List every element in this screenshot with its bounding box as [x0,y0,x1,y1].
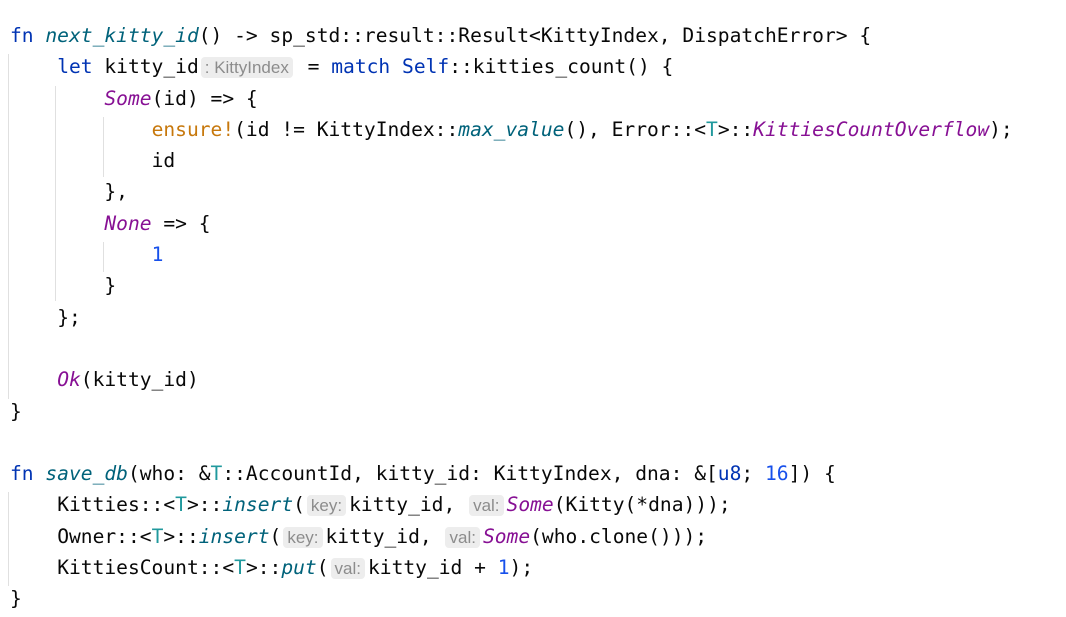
code-token: } [10,587,22,611]
code-line[interactable]: fn save_db(who: &T::AccountId, kitty_id:… [10,458,1013,489]
inlay-hint: val: [445,526,480,548]
inlay-hint: val: [469,495,504,517]
code-token: = [295,55,332,79]
code-line[interactable]: }, [10,176,1013,207]
code-line[interactable]: 1 [10,239,1013,270]
code-token: => { [151,211,211,235]
indent-guide [8,54,9,399]
code-line[interactable]: KittiesCount::<T>::put(val: kitty_id + 1)… [10,552,1013,583]
code-line[interactable]: Some(id) => { [10,83,1013,114]
code-token: put [281,556,317,580]
code-token: ( [293,493,305,517]
code-token: kitty_id, [349,493,468,517]
code-line[interactable]: None => { [10,208,1013,239]
code-token: T [706,117,718,141]
indent-guide [8,492,9,586]
code-token: >:: [163,524,199,548]
code-token: ::kitties_count() { [449,55,674,79]
code-token: Some [506,493,554,517]
code-token: id [151,149,176,173]
code-token: ( [316,556,329,580]
code-token: () -> sp_std::result::Result<KittyIndex,… [198,24,872,47]
code-token: (Kitty(*dna))); [553,493,731,517]
code-token: ( [269,524,282,548]
code-token: max_value [458,117,565,141]
code-line[interactable]: } [10,583,1013,614]
code-token: (who: & [127,462,211,486]
code-line[interactable]: } [10,396,1013,427]
code-token: (who.clone())); [530,524,708,548]
code-token: kitty_id + [367,556,498,580]
code-token: 1 [151,243,164,267]
code-line[interactable] [10,427,1013,458]
code-line[interactable]: fn next_kitty_id() -> sp_std::result::Re… [10,20,1013,51]
code-token: (id) => { [151,86,258,110]
code-token: ); [989,117,1013,141]
code-token: Some [482,524,531,548]
code-token: >:: [245,556,282,580]
code-token: Self [402,55,450,79]
code-token: Kitties::< [57,493,176,517]
code-token: T [234,556,246,580]
code-token: insert [222,493,294,517]
code-editor[interactable]: fn next_kitty_id() -> sp_std::result::Re… [8,20,1013,615]
code-line[interactable]: Ok(kitty_id) [10,364,1013,395]
code-token: Some [104,86,152,110]
code-token: KittiesCountOverflow [753,117,990,141]
code-token: } [104,274,117,298]
code-token: u8 [717,462,742,486]
code-token: KittiesCount::< [57,556,235,580]
code-token: None [104,211,152,235]
code-line[interactable]: } [10,270,1013,301]
code-line[interactable]: id [10,145,1013,176]
code-token: 16 [764,462,789,486]
inlay-hint: key: [283,526,323,548]
code-token: T [210,462,223,486]
inlay-hint: : KittyIndex [200,57,293,79]
code-token: } [10,399,22,423]
code-token: fn [10,24,46,47]
code-line[interactable]: ensure!(id != KittyIndex::max_value(), E… [10,114,1013,145]
code-token: let [57,55,105,79]
code-token: T [151,524,164,548]
code-token: ; [741,462,765,486]
code-token: 1 [497,556,510,580]
code-line[interactable]: Kitties::<T>::insert(key: kitty_id, val: S… [10,489,1013,520]
code-token: >:: [717,117,754,141]
code-line[interactable]: }; [10,302,1013,333]
code-token: fn [10,462,46,486]
code-token: >:: [186,493,223,517]
code-line[interactable]: Owner::<T>::insert(key: kitty_id, val: Som… [10,521,1013,552]
code-token: kitty_id [104,55,199,79]
code-token: ::AccountId, kitty_id: KittyIndex, dna: … [222,462,718,486]
code-token: insert [198,524,270,548]
code-token: }, [104,180,128,204]
code-token: ensure! [151,117,235,141]
code-line[interactable]: let kitty_id: KittyIndex = match Self::k… [10,51,1013,82]
code-token: (), Error::< [564,117,707,141]
code-token: Owner::< [57,524,152,548]
code-token: next_kitty_id [45,24,199,47]
code-token: Ok [57,368,81,392]
code-token: kitty_id, [325,524,444,548]
inlay-hint: val: [330,558,365,580]
code-token: ); [509,556,534,580]
code-token: save_db [45,462,128,486]
inlay-hint: key: [306,495,347,517]
code-line[interactable] [10,333,1013,364]
code-token: ]) { [788,462,836,486]
code-token: }; [57,305,81,329]
code-token: (id != KittyIndex:: [234,117,459,141]
code-token: match [331,55,403,79]
code-token: T [175,493,187,517]
code-token: (kitty_id) [80,368,199,392]
